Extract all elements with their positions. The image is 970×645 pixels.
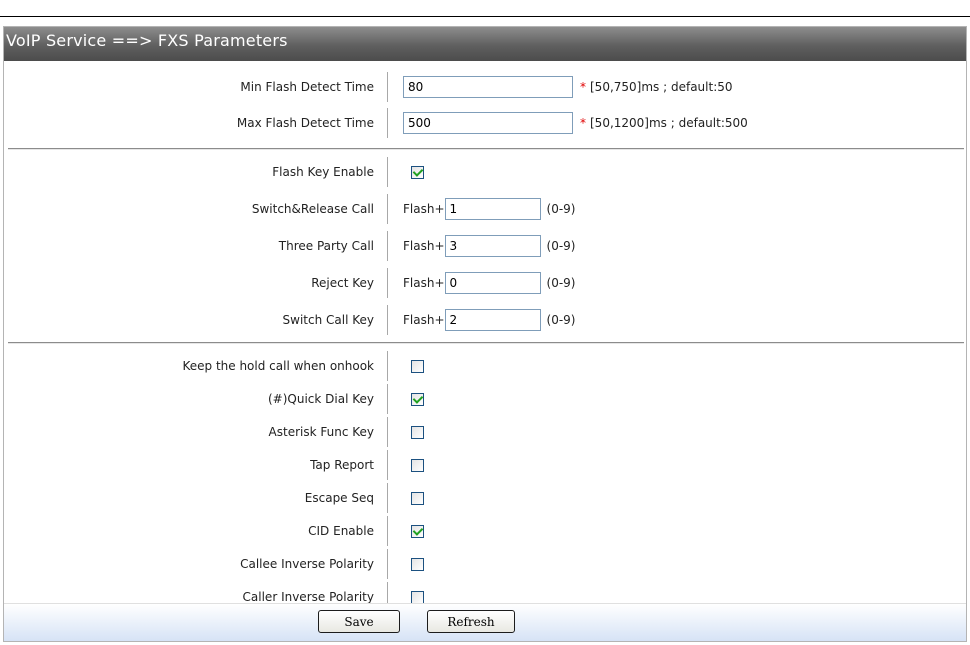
switch-release-call-label: Switch&Release Call (251, 202, 374, 216)
column-divider (387, 305, 388, 335)
column-divider (387, 483, 388, 513)
column-divider (387, 417, 388, 447)
option-row: (#)Quick Dial Key (4, 381, 964, 417)
min-flash-field: * [50,750]ms ; default:50 (403, 69, 733, 105)
callee-inverse-polarity-label: Callee Inverse Polarity (240, 557, 374, 571)
cid-enable-label: CID Enable (308, 524, 374, 538)
column-divider (387, 231, 388, 261)
switch-release-call-input[interactable] (444, 198, 541, 220)
option-row: Callee Inverse Polarity (4, 546, 964, 582)
flash-prefix: Flash+ (403, 239, 445, 253)
reject-key-field: Flash+ (0-9) (403, 265, 575, 301)
max-flash-input[interactable] (403, 112, 573, 134)
max-flash-hint: [50,1200]ms ; default:500 (590, 116, 748, 130)
column-divider (387, 384, 388, 414)
quick-dial-key-checkbox[interactable] (411, 392, 424, 406)
flash-keys-section: Flash Key Enable Switch&Release Call Fla… (4, 150, 966, 342)
key-range-hint: (0-9) (546, 202, 576, 216)
key-range-hint: (0-9) (546, 276, 576, 290)
column-divider (387, 516, 388, 546)
switch-call-key-label: Switch Call Key (282, 313, 374, 327)
options-section: Keep the hold call when onhook (#)Quick … (4, 344, 966, 626)
flash-key-row: Switch&Release Call Flash+ (0-9) (4, 191, 964, 227)
column-divider (387, 549, 388, 579)
flash-prefix: Flash+ (403, 276, 445, 290)
three-party-call-field: Flash+ (0-9) (403, 228, 575, 264)
reject-key-input[interactable] (444, 272, 541, 294)
flash-detect-section: Min Flash Detect Time * [50,750]ms ; def… (4, 61, 966, 148)
flash-key-row: Three Party Call Flash+ (0-9) (4, 228, 964, 264)
callee-inverse-polarity-checkbox[interactable] (411, 557, 424, 571)
key-range-hint: (0-9) (546, 239, 576, 253)
option-row: Asterisk Func Key (4, 414, 964, 450)
escape-seq-checkbox[interactable] (411, 491, 424, 505)
fxs-parameters-panel: VoIP Service ==> FXS Parameters Min Flas… (3, 26, 967, 642)
keep-hold-call-checkbox[interactable] (411, 359, 424, 373)
max-flash-row: Max Flash Detect Time * [50,1200]ms ; de… (4, 105, 964, 141)
reject-key-label: Reject Key (311, 276, 374, 290)
page-top-rule (0, 16, 970, 17)
button-footer: Save Refresh (4, 603, 966, 641)
required-marker: * (580, 80, 586, 94)
cid-enable-checkbox[interactable] (411, 524, 424, 538)
option-row: Escape Seq (4, 480, 964, 516)
min-flash-input[interactable] (403, 76, 573, 98)
switch-release-call-field: Flash+ (0-9) (403, 191, 575, 227)
three-party-call-input[interactable] (444, 235, 541, 257)
key-range-hint: (0-9) (546, 313, 576, 327)
column-divider (387, 268, 388, 298)
column-divider (387, 72, 388, 102)
max-flash-label: Max Flash Detect Time (236, 116, 374, 130)
flash-key-enable-field (403, 154, 424, 190)
keep-hold-call-label: Keep the hold call when onhook (182, 359, 374, 373)
caller-inverse-polarity-checkbox[interactable] (411, 590, 424, 604)
min-flash-hint: [50,750]ms ; default:50 (590, 80, 733, 94)
escape-seq-label: Escape Seq (304, 491, 374, 505)
save-button[interactable]: Save (318, 610, 400, 633)
flash-prefix: Flash+ (403, 313, 445, 327)
min-flash-row: Min Flash Detect Time * [50,750]ms ; def… (4, 69, 964, 105)
three-party-call-label: Three Party Call (278, 239, 374, 253)
quick-dial-key-label: (#)Quick Dial Key (268, 392, 374, 406)
flash-key-enable-label: Flash Key Enable (272, 165, 374, 179)
option-row: Keep the hold call when onhook (4, 348, 964, 384)
switch-call-key-input[interactable] (444, 309, 541, 331)
asterisk-func-key-checkbox[interactable] (411, 425, 424, 439)
flash-key-row: Reject Key Flash+ (0-9) (4, 265, 964, 301)
tap-report-checkbox[interactable] (411, 458, 424, 472)
required-marker: * (580, 116, 586, 130)
flash-key-enable-row: Flash Key Enable (4, 154, 964, 190)
asterisk-func-key-label: Asterisk Func Key (268, 425, 374, 439)
min-flash-label: Min Flash Detect Time (240, 80, 374, 94)
max-flash-field: * [50,1200]ms ; default:500 (403, 105, 748, 141)
flash-prefix: Flash+ (403, 202, 445, 216)
flash-key-row: Switch Call Key Flash+ (0-9) (4, 302, 964, 338)
option-row: CID Enable (4, 513, 964, 549)
panel-title-bar: VoIP Service ==> FXS Parameters (4, 27, 966, 61)
column-divider (387, 108, 388, 138)
flash-key-enable-checkbox[interactable] (411, 165, 424, 179)
column-divider (387, 351, 388, 381)
refresh-button[interactable]: Refresh (427, 610, 515, 633)
tap-report-label: Tap Report (310, 458, 374, 472)
column-divider (387, 157, 388, 187)
column-divider (387, 194, 388, 224)
column-divider (387, 450, 388, 480)
switch-call-key-field: Flash+ (0-9) (403, 302, 575, 338)
option-row: Tap Report (4, 447, 964, 483)
panel-title: VoIP Service ==> FXS Parameters (6, 31, 288, 50)
